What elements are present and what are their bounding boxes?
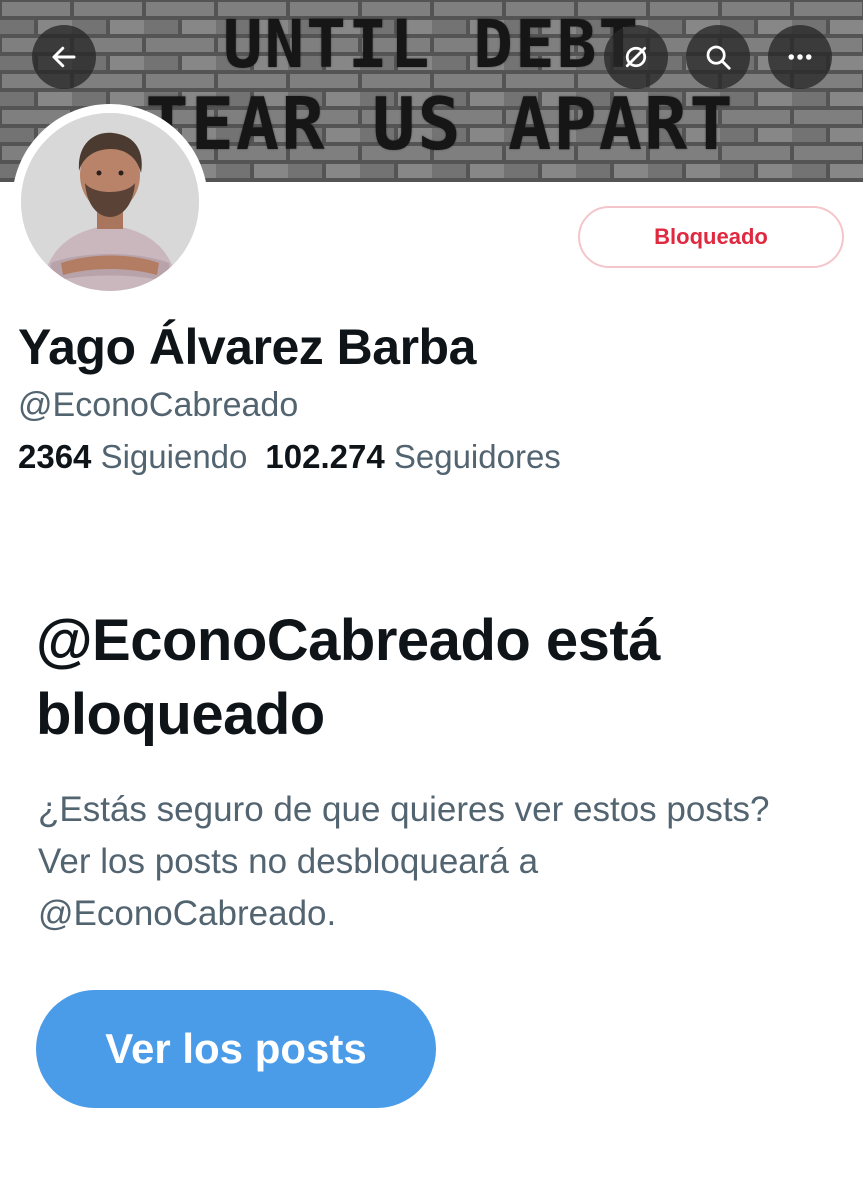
following-stat[interactable]: 2364 Siguiendo xyxy=(18,438,247,475)
blocked-notice-description: ¿Estás seguro de que quieres ver estos p… xyxy=(38,790,770,933)
followers-label: Seguidores xyxy=(393,438,561,475)
more-options-button[interactable] xyxy=(768,25,832,89)
avatar-photo xyxy=(21,113,199,291)
following-count: 2364 xyxy=(18,438,92,475)
search-button[interactable] xyxy=(686,25,750,89)
banner-text-line2: TEAR US APART xyxy=(145,82,735,166)
arrow-left-icon xyxy=(52,46,76,68)
view-posts-button[interactable]: Ver los posts xyxy=(36,990,436,1108)
followers-count: 102.274 xyxy=(265,438,385,475)
profile-page: UNTIL DEBT TEAR US APART Bloqueado Yago … xyxy=(0,0,863,1200)
blocked-button[interactable]: Bloqueado xyxy=(578,206,844,268)
bell-off-icon xyxy=(625,46,647,68)
user-handle: @EconoCabreado xyxy=(18,386,299,424)
display-name: Yago Álvarez Barba xyxy=(18,319,476,375)
more-horizontal-icon xyxy=(788,54,812,60)
followers-stat[interactable]: 102.274 Seguidores xyxy=(265,438,560,475)
notifications-button[interactable] xyxy=(604,25,668,89)
back-button[interactable] xyxy=(32,25,96,89)
following-label: Siguiendo xyxy=(100,438,248,475)
profile-avatar[interactable] xyxy=(12,104,208,300)
blocked-notice-title: @EconoCabreado está bloqueado xyxy=(36,608,661,747)
search-icon xyxy=(706,45,731,70)
follow-stats: 2364 Siguiendo 102.274 Seguidores xyxy=(18,438,561,476)
